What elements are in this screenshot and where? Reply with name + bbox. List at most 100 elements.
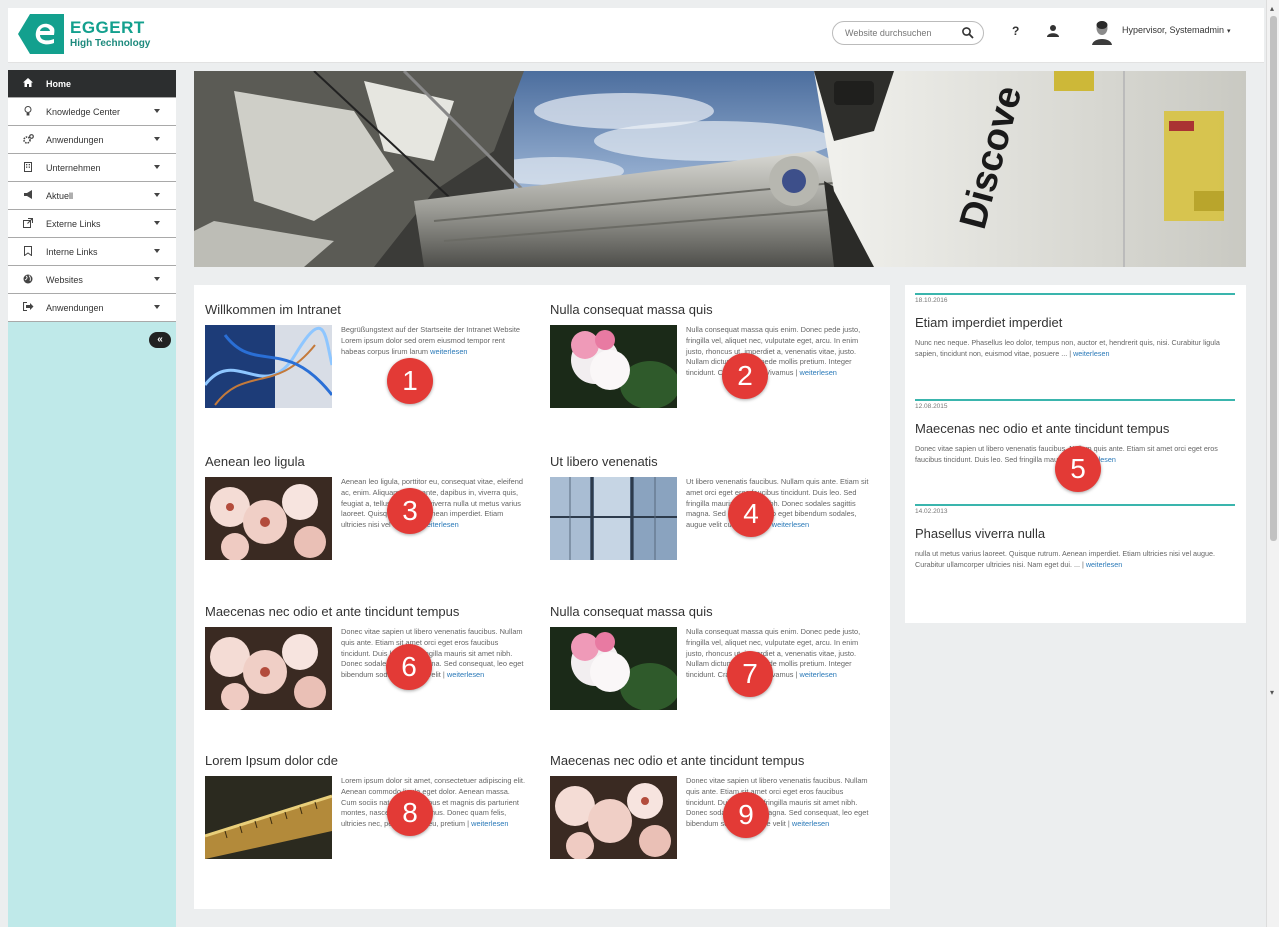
lightbulb-icon (22, 105, 34, 118)
read-more-link[interactable]: weiterlesen (772, 520, 809, 529)
annotation-badge-3: 3 (387, 488, 433, 534)
article-thumbnail[interactable] (550, 627, 677, 710)
news-divider (915, 399, 1235, 401)
sidebar-collapse-button[interactable]: « (149, 332, 171, 348)
news-item: 14.02.2013 Phasellus viverra nulla nulla… (915, 504, 1235, 570)
sidebar-item-label: Knowledge Center (46, 106, 121, 117)
article-thumbnail[interactable] (550, 776, 677, 859)
user-menu[interactable]: Hypervisor, Systemadmin ▾ (1122, 25, 1231, 35)
sidebar-item-unternehmen[interactable]: Unternehmen (8, 154, 176, 182)
read-more-link[interactable]: weiterlesen (471, 819, 508, 828)
articles-panel: Willkommen im Intranet Begrüßungstext au… (194, 285, 890, 909)
chevron-down-icon (154, 193, 160, 197)
article-excerpt: Donec vitae sapien ut libero venenatis f… (341, 627, 526, 710)
article-thumbnail[interactable] (205, 325, 332, 408)
read-more-link[interactable]: weiterlesen (800, 670, 837, 679)
search-input[interactable] (845, 28, 955, 38)
logo[interactable]: EGGERT High Technology (18, 14, 150, 54)
article-title[interactable]: Willkommen im Intranet (205, 302, 535, 317)
logo-icon (18, 14, 64, 54)
article-card: Ut libero venenatis Ut libero venenatis … (550, 454, 880, 560)
news-item: 18.10.2016 Etiam imperdiet imperdiet Nun… (915, 293, 1235, 359)
article-excerpt: Ut libero venenatis faucibus. Nullam qui… (686, 477, 871, 560)
article-title[interactable]: Nulla consequat massa quis (550, 302, 880, 317)
read-more-link[interactable]: weiterlesen (1073, 349, 1109, 358)
bookmark-icon (22, 245, 34, 258)
read-more-link[interactable]: weiterlesen (430, 347, 467, 356)
sidebar-item-label: Anwendungen (46, 134, 104, 145)
sidebar-item-externe-links[interactable]: Externe Links (8, 210, 176, 238)
sidebar-item-knowledge-center[interactable]: Knowledge Center (8, 98, 176, 126)
logo-name: EGGERT (70, 18, 145, 37)
annotation-badge-8: 8 (387, 790, 433, 836)
article-thumbnail[interactable] (550, 325, 677, 408)
news-text: Nunc nec neque. Phasellus leo dolor, tem… (915, 338, 1220, 358)
article-title[interactable]: Aenean leo ligula (205, 454, 535, 469)
annotation-badge-2: 2 (722, 353, 768, 399)
article-title[interactable]: Nulla consequat massa quis (550, 604, 880, 619)
annotation-badge-9: 9 (723, 792, 769, 838)
article-title[interactable]: Lorem Ipsum dolor cde (205, 753, 535, 768)
sidebar-item-label: Aktuell (46, 190, 74, 201)
sidebar-item-anwendungen[interactable]: Anwendungen (8, 126, 176, 154)
article-text: Donec vitae sapien ut libero venenatis f… (686, 776, 869, 829)
top-header: EGGERT High Technology ? Hypervisor, Sys… (8, 8, 1264, 63)
building-icon (22, 161, 34, 174)
article-thumbnail[interactable] (205, 627, 332, 710)
annotation-badge-4: 4 (728, 491, 774, 537)
scroll-thumb[interactable] (1270, 16, 1277, 541)
news-title[interactable]: Maecenas nec odio et ante tincidunt temp… (915, 421, 1235, 436)
sidebar-item-anwendungen-2[interactable]: Anwendungen (8, 294, 176, 322)
chevron-down-icon (154, 137, 160, 141)
article-card: Maecenas nec odio et ante tincidunt temp… (205, 604, 535, 710)
scroll-down-icon[interactable]: ▾ (1270, 688, 1274, 697)
help-icon[interactable]: ? (1012, 24, 1019, 38)
annotation-badge-1: 1 (387, 358, 433, 404)
user-icon[interactable] (1047, 24, 1059, 38)
external-link-icon (22, 217, 34, 230)
annotation-badge-7: 7 (727, 651, 773, 697)
home-icon (22, 78, 34, 89)
news-date: 12.08.2015 (915, 403, 948, 410)
article-excerpt: Nulla consequat massa quis enim. Donec p… (686, 325, 871, 408)
avatar[interactable] (1090, 19, 1114, 45)
sidebar-item-label: Home (46, 78, 72, 89)
cogs-icon (22, 133, 34, 146)
news-title[interactable]: Phasellus viverra nulla (915, 526, 1235, 541)
read-more-link[interactable]: weiterlesen (792, 819, 829, 828)
article-excerpt: Begrüßungstext auf der Startseite der In… (341, 325, 526, 408)
article-thumbnail[interactable] (205, 477, 332, 560)
article-card: Aenean leo ligula Aenean leo ligula, por… (205, 454, 535, 560)
article-title[interactable]: Ut libero venenatis (550, 454, 880, 469)
annotation-badge-6: 6 (386, 644, 432, 690)
article-excerpt: Aenean leo ligula, porttitor eu, consequ… (341, 477, 526, 560)
news-divider (915, 293, 1235, 295)
page-scrollbar[interactable]: ▴ ▾ (1266, 0, 1279, 927)
read-more-link[interactable]: weiterlesen (1086, 560, 1122, 569)
sidebar-item-label: Externe Links (46, 218, 101, 229)
sidebar-item-interne-links[interactable]: Interne Links (8, 238, 176, 266)
article-excerpt: Lorem ipsum dolor sit amet, consectetuer… (341, 776, 526, 859)
read-more-link[interactable]: weiterlesen (800, 368, 837, 377)
article-card: Maecenas nec odio et ante tincidunt temp… (550, 753, 880, 859)
read-more-link[interactable]: weiterlesen (447, 670, 484, 679)
article-thumbnail[interactable] (205, 776, 332, 859)
sidebar-item-home[interactable]: Home (8, 70, 176, 98)
sidebar-item-websites[interactable]: Websites (8, 266, 176, 294)
news-date: 14.02.2013 (915, 508, 948, 515)
article-excerpt: Donec vitae sapien ut libero venenatis f… (686, 776, 871, 859)
sidebar-item-aktuell[interactable]: Aktuell (8, 182, 176, 210)
logo-tagline: High Technology (70, 38, 151, 49)
scroll-up-icon[interactable]: ▴ (1270, 4, 1274, 13)
sidebar: Home Knowledge Center Anwendungen Untern… (8, 70, 176, 927)
chevron-down-icon (154, 277, 160, 281)
search-box (832, 21, 984, 45)
article-title[interactable]: Maecenas nec odio et ante tincidunt temp… (550, 753, 880, 768)
article-card: Lorem Ipsum dolor cde Lorem ipsum dolor … (205, 753, 535, 859)
article-thumbnail[interactable] (550, 477, 677, 560)
article-title[interactable]: Maecenas nec odio et ante tincidunt temp… (205, 604, 535, 619)
news-excerpt: Nunc nec neque. Phasellus leo dolor, tem… (915, 337, 1235, 359)
search-icon[interactable] (961, 26, 975, 40)
news-divider (915, 504, 1235, 506)
news-title[interactable]: Etiam imperdiet imperdiet (915, 315, 1235, 330)
